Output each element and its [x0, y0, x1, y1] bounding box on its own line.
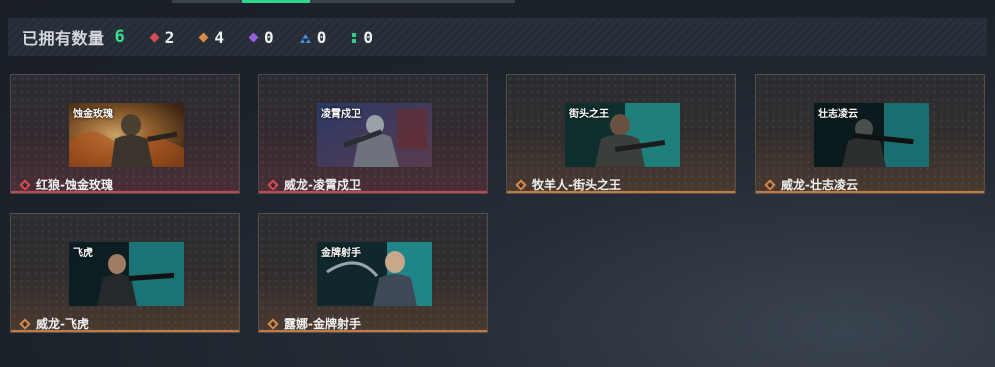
rarity-count-green: 0	[352, 28, 373, 47]
green-dots-icon	[352, 28, 357, 47]
rarity-glow	[11, 191, 239, 193]
active-tab-indicator	[242, 0, 310, 3]
orange-diamond-icon	[19, 317, 31, 330]
rarity-glow	[259, 330, 487, 332]
skin-card[interactable]: 飞虎 威龙-飞虎	[10, 213, 240, 333]
skin-card[interactable]: 凌霄戍卫 威龙-凌霄戍卫	[258, 74, 488, 194]
rarity-count-value: 0	[363, 27, 373, 47]
skin-thumbnail: 壮志凌云	[814, 103, 929, 167]
rarity-glow	[11, 330, 239, 332]
skin-thumbnail: 飞虎	[69, 242, 184, 306]
skin-thumbnail: 金牌射手	[317, 242, 432, 306]
owned-count-summary: 已拥有数量 6 2 4 0 0 0	[8, 18, 987, 56]
rarity-glow	[259, 191, 487, 193]
rarity-count-value: 0	[264, 27, 274, 47]
rarity-count-value: 2	[164, 27, 175, 47]
thumbnail-title: 壮志凌云	[818, 109, 858, 120]
tab-underline-bar	[172, 0, 515, 3]
rarity-glow	[507, 191, 735, 193]
blue-triangle-icon	[299, 28, 311, 47]
orange-diamond-icon	[764, 178, 776, 191]
owned-count-label: 已拥有数量	[22, 29, 105, 48]
thumbnail-title: 凌霄戍卫	[321, 109, 361, 120]
red-diamond-icon	[19, 178, 31, 191]
thumbnail-title: 金牌射手	[321, 248, 361, 259]
rarity-count-value: 4	[214, 27, 225, 47]
thumbnail-title: 蚀金玫瑰	[73, 109, 113, 120]
owned-count-total: 6	[114, 27, 125, 47]
rarity-count-value: 0	[316, 27, 327, 47]
skin-card[interactable]: 壮志凌云 威龙-壮志凌云	[755, 74, 985, 194]
skin-card[interactable]: 金牌射手 露娜-金牌射手	[258, 213, 488, 333]
rarity-count-purple: 0	[248, 27, 274, 47]
rarity-glow	[756, 191, 984, 193]
orange-diamond-icon	[198, 32, 209, 42]
skin-thumbnail: 凌霄戍卫	[317, 103, 432, 167]
red-diamond-icon	[149, 32, 160, 42]
orange-diamond-icon	[267, 317, 279, 330]
rarity-count-blue: 0	[299, 27, 327, 47]
skin-thumbnail: 蚀金玫瑰	[69, 103, 184, 167]
purple-diamond-icon	[248, 32, 259, 42]
rarity-count-red: 2	[149, 27, 175, 47]
red-diamond-icon	[267, 178, 279, 191]
skin-thumbnail: 街头之王	[565, 103, 680, 167]
skin-card[interactable]: 蚀金玫瑰 红狼-蚀金玫瑰	[10, 74, 240, 194]
skin-card[interactable]: 街头之王 牧羊人-街头之王	[506, 74, 736, 194]
rarity-count-orange: 4	[198, 27, 225, 47]
thumbnail-title: 街头之王	[569, 109, 609, 120]
orange-diamond-icon	[515, 178, 527, 191]
thumbnail-title: 飞虎	[73, 248, 93, 259]
